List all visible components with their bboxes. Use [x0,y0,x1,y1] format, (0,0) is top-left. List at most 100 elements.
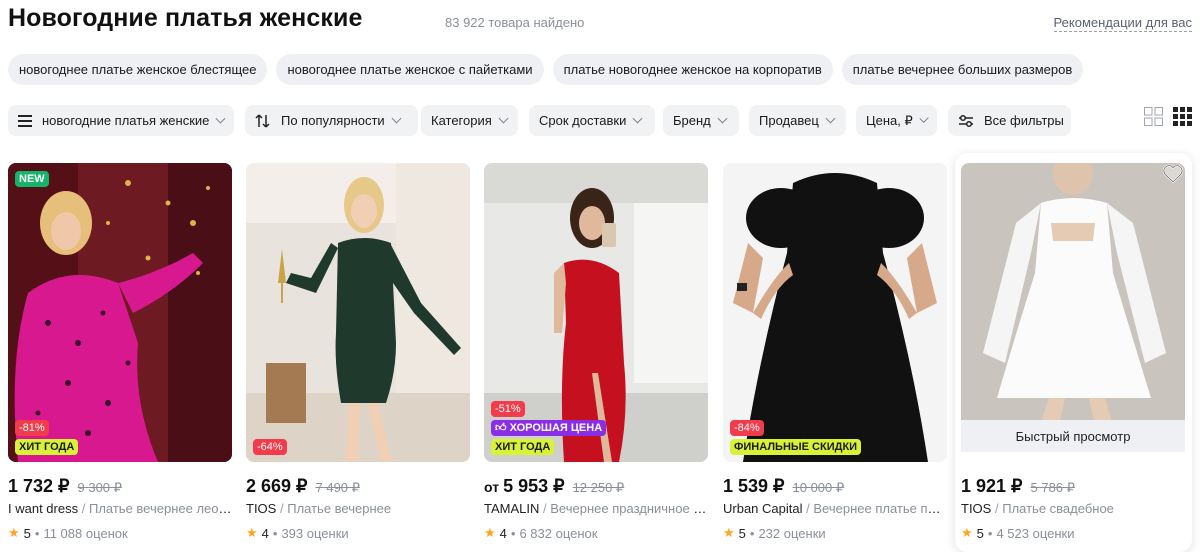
product-photo[interactable]: -64% [246,163,470,462]
filter-price-label: Цена, ₽ [866,112,913,128]
old-price: 10 000 ₽ [792,480,845,495]
title-separator: / [543,501,547,516]
category-select-label: новогодние платья женские [42,113,210,128]
view-toggle [1144,107,1192,131]
price-prefix: от [484,479,500,495]
filter-seller-label: Продавец [759,113,819,128]
sort-label: По популярности [281,113,385,128]
page-header: Новогодние платья женские 83 922 товара … [8,4,1192,36]
thumbs-up-icon: 👍︎ [495,422,507,434]
product-description: Платье вечернее леопардовое [88,501,232,516]
chevron-down-icon [717,113,728,124]
price-row: 1 539 ₽ 10 000 ₽ [723,476,844,497]
grid-large-icon[interactable] [1144,107,1163,131]
old-price: 9 300 ₽ [77,480,122,495]
product-photo[interactable]: -84% ФИНАЛЬНЫЕ СКИДКИ [723,163,947,462]
sort-dropdown[interactable]: По популярности [245,105,418,136]
product-title[interactable]: TAMALIN / Вечернее праздничное платье [484,501,708,516]
discount-badge: -81% [15,420,49,436]
filter-delivery[interactable]: Срок доставки [529,105,655,136]
rating-dot: • [987,525,993,541]
title-separator: / [81,501,86,516]
brand-name: TIOS [961,501,992,516]
product-card[interactable]: Быстрый просмотр 1 921 ₽ 5 786 ₽ TIOS / … [955,153,1192,552]
recommendations-link[interactable]: Рекомендации для вас [1053,15,1192,32]
product-grid: NEW -81% ХИТ ГОДА 1 732 ₽ 9 300 ₽ I want… [8,153,1192,552]
old-price: 5 786 ₽ [1030,480,1075,495]
product-card[interactable]: NEW -81% ХИТ ГОДА 1 732 ₽ 9 300 ₽ I want… [8,163,232,552]
good-price-label: ХОРОШАЯ ЦЕНА [509,422,603,434]
good-price-badge: 👍︎ ХОРОШАЯ ЦЕНА [491,420,607,436]
product-description: Вечернее платье праздничное [813,501,947,516]
star-icon: ★ [961,525,973,540]
rating-row: ★ 5 • 11 088 оценок [8,525,128,541]
badge-stack: -64% [253,439,287,455]
badge-stack: -81% ХИТ ГОДА [15,420,79,455]
filter-category[interactable]: Категория [421,105,518,136]
page-title: Новогодние платья женские [8,4,363,32]
review-count: 393 оценки [281,525,349,541]
discount-badge: -84% [730,420,764,436]
chevron-down-icon [215,113,226,124]
price-row: 2 669 ₽ 7 490 ₽ [246,476,360,497]
new-badge: NEW [15,171,49,187]
price: 1 539 ₽ [723,476,785,496]
chevron-down-icon [391,113,402,124]
suggestion-chip[interactable]: платье новогоднее женское на корпоратив [552,54,833,85]
price: от 5 953 ₽ [484,476,565,497]
product-card[interactable]: -64% 2 669 ₽ 7 490 ₽ TIOS / Платье вечер… [246,163,470,552]
rating-dot: • [510,525,516,541]
rating-row: ★ 4 • 6 832 оценок [484,525,597,541]
all-filters-label: Все фильтры [984,113,1064,128]
badge-stack: -84% ФИНАЛЬНЫЕ СКИДКИ [730,420,862,455]
suggestion-chip[interactable]: новогоднее платье женское с пайетками [276,54,544,85]
price-row: 1 732 ₽ 9 300 ₽ [8,476,122,497]
star-icon: ★ [484,525,496,540]
rating-row: ★ 5 • 232 оценки [723,525,826,541]
product-photo[interactable]: NEW -81% ХИТ ГОДА [8,163,232,462]
rating-row: ★ 4 • 393 оценки [246,525,349,541]
review-count: 4 523 оценки [996,525,1075,541]
filter-seller[interactable]: Продавец [749,105,846,136]
filter-brand[interactable]: Бренд [663,105,739,136]
menu-icon [18,114,32,127]
product-title[interactable]: TIOS / Платье вечернее [246,501,470,516]
product-title[interactable]: Urban Capital / Вечернее платье празднич… [723,501,947,516]
filter-bar: новогодние платья женские По популярност… [8,105,1192,136]
rating-dot: • [34,525,40,541]
product-description: Платье свадебное [1002,501,1114,516]
suggestion-chip[interactable]: платье вечернее больших размеров [841,54,1084,85]
price-row: 1 921 ₽ 5 786 ₽ [961,476,1075,497]
brand-name: TIOS [246,501,277,516]
product-title[interactable]: I want dress / Платье вечернее леопардов… [8,501,232,516]
product-description: Вечернее праздничное платье [550,501,708,516]
product-title[interactable]: TIOS / Платье свадебное [961,501,1185,516]
rating-value: 5 [738,525,746,541]
brand-name: Urban Capital [723,501,803,516]
old-price: 12 250 ₽ [572,480,625,495]
product-photo[interactable]: -51% 👍︎ ХОРОШАЯ ЦЕНА ХИТ ГОДА [484,163,708,462]
chevron-down-icon [498,113,509,124]
star-icon: ★ [723,525,735,540]
product-photo[interactable] [961,163,1185,452]
price: 2 669 ₽ [246,476,308,496]
discount-badge: -64% [253,439,287,455]
review-count: 11 088 оценок [43,525,128,541]
brand-name: TAMALIN [484,501,540,516]
quick-view-button[interactable]: Быстрый просмотр [961,420,1185,452]
category-select[interactable]: новогодние платья женские [8,105,234,136]
filter-category-label: Категория [431,113,492,128]
all-filters-button[interactable]: Все фильтры [948,105,1071,136]
product-card[interactable]: -84% ФИНАЛЬНЫЕ СКИДКИ 1 539 ₽ 10 000 ₽ U… [723,163,947,552]
review-count: 232 оценки [758,525,826,541]
suggestion-chip[interactable]: новогоднее платье женское блестящее [8,54,268,85]
favorite-button[interactable] [1158,163,1188,189]
hit-badge: ХИТ ГОДА [15,439,79,455]
filter-price[interactable]: Цена, ₽ [856,105,937,136]
title-separator: / [279,501,284,516]
product-description: Платье вечернее [287,501,392,516]
product-card[interactable]: -51% 👍︎ ХОРОШАЯ ЦЕНА ХИТ ГОДА от 5 953 ₽ … [484,163,708,552]
brand-name: I want dress [8,501,79,516]
grid-small-icon[interactable] [1173,107,1192,131]
sliders-icon [958,114,974,128]
